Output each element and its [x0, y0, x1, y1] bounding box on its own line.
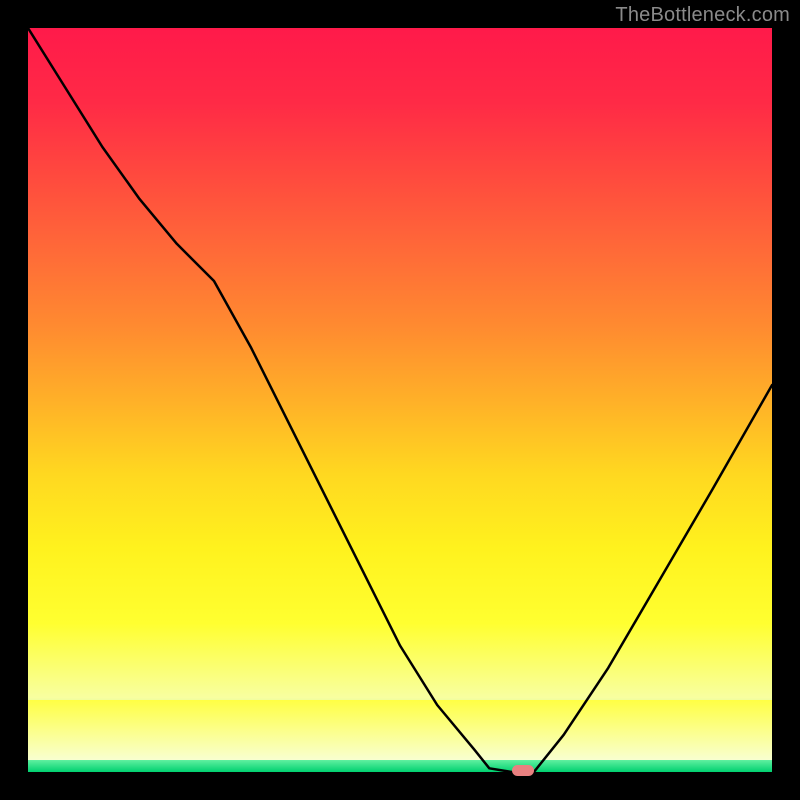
watermark-text: TheBottleneck.com	[615, 4, 790, 27]
chart-container: TheBottleneck.com	[0, 0, 800, 800]
bottleneck-curve-line	[28, 28, 772, 772]
optimal-marker	[512, 765, 534, 776]
plot-area	[28, 28, 772, 772]
curve-svg	[28, 28, 772, 772]
